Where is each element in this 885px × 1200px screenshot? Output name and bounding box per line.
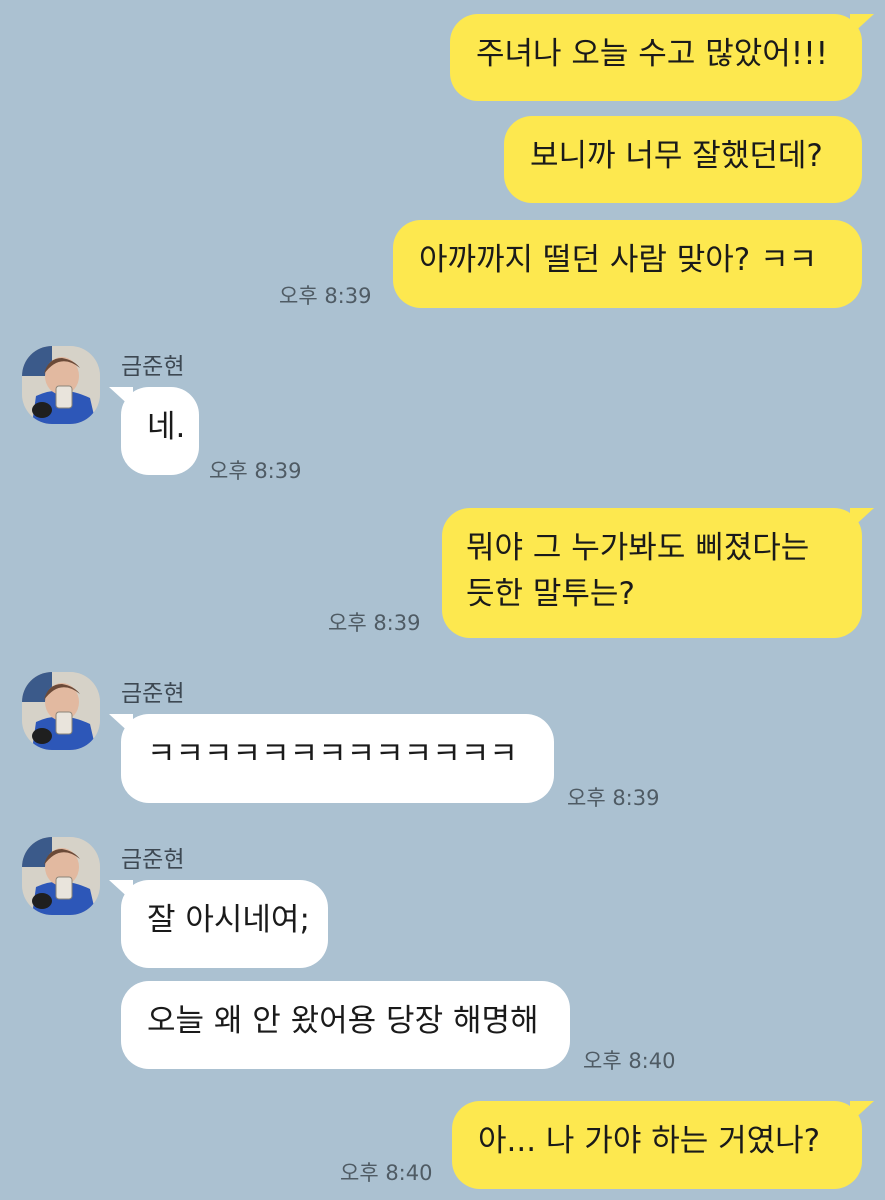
message-text: ㅋㅋㅋㅋㅋㅋㅋㅋㅋㅋㅋㅋㅋ	[147, 736, 518, 772]
message-text: 뭐야 그 누가봐도 삐졌다는 듯한 말투는?	[466, 530, 810, 612]
my-message-bubble[interactable]: 보니까 너무 잘했던데?	[504, 116, 862, 203]
message-time: 오후 8:39	[328, 611, 421, 635]
avatar-photo	[22, 837, 100, 915]
contact-avatar[interactable]	[22, 837, 100, 915]
message-text: 네.	[147, 409, 186, 445]
message-text: 잘 아시네여;	[147, 902, 310, 938]
message-text: 오늘 왜 안 왔어용 당장 해명해	[147, 1003, 539, 1039]
their-message-bubble[interactable]: 네.	[109, 387, 199, 475]
contact-name: 금준현	[121, 354, 185, 380]
message-time: 오후 8:40	[583, 1049, 676, 1073]
message-text: 아까까지 떨던 사람 맞아? ㅋㅋ	[419, 242, 818, 278]
my-message-bubble[interactable]: 아까까지 떨던 사람 맞아? ㅋㅋ	[393, 220, 862, 308]
their-message-bubble[interactable]: ㅋㅋㅋㅋㅋㅋㅋㅋㅋㅋㅋㅋㅋ	[109, 714, 554, 803]
contact-name: 금준현	[121, 847, 185, 873]
message-time: 오후 8:39	[567, 786, 660, 810]
message-text: 주녀나 오늘 수고 많았어!!!	[476, 36, 829, 72]
my-message-bubble[interactable]: 아... 나 가야 하는 거였나?	[452, 1101, 874, 1189]
message-time: 오후 8:39	[279, 284, 372, 308]
avatar-photo	[22, 346, 100, 424]
my-message-bubble[interactable]: 뭐야 그 누가봐도 삐졌다는 듯한 말투는?	[442, 508, 874, 638]
contact-name: 금준현	[121, 681, 185, 707]
message-text: 아... 나 가야 하는 거였나?	[478, 1123, 821, 1159]
contact-avatar[interactable]	[22, 346, 100, 424]
contact-avatar[interactable]	[22, 672, 100, 750]
my-message-bubble[interactable]: 주녀나 오늘 수고 많았어!!!	[450, 14, 874, 101]
their-message-bubble[interactable]: 오늘 왜 안 왔어용 당장 해명해	[121, 981, 570, 1069]
message-text: 보니까 너무 잘했던데?	[530, 138, 823, 174]
message-time: 오후 8:40	[340, 1161, 433, 1185]
avatar-photo	[22, 672, 100, 750]
message-time: 오후 8:39	[209, 459, 302, 483]
their-message-bubble[interactable]: 잘 아시네여;	[109, 880, 328, 968]
